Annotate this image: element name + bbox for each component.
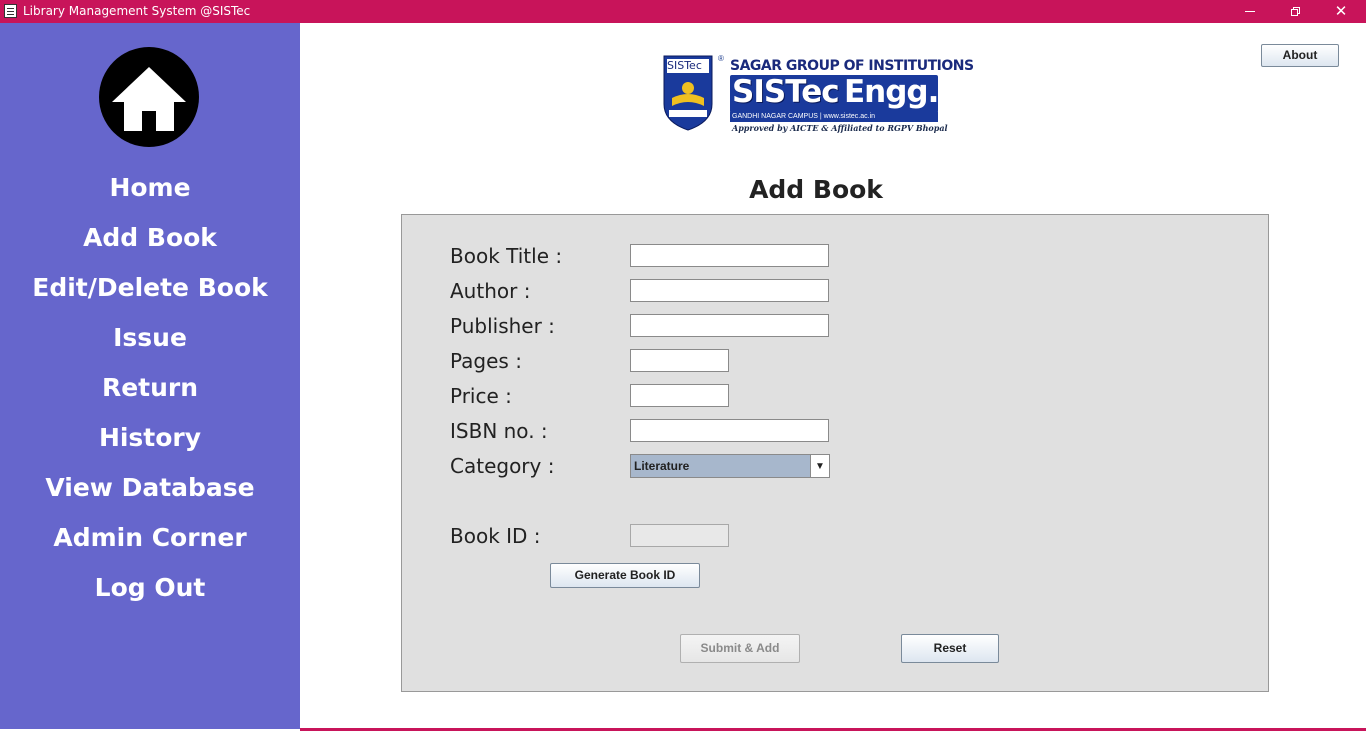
logo-group-name: SAGAR GROUP OF INSTITUTIONS (730, 58, 974, 74)
sidebar-item-issue[interactable]: Issue (0, 323, 300, 353)
sidebar-item-edit-delete-book[interactable]: Edit/Delete Book (0, 273, 300, 303)
restore-icon (1290, 7, 1300, 16)
category-select[interactable]: Literature ▼ (630, 454, 830, 478)
author-label: Author : (450, 279, 531, 303)
price-label: Price : (450, 384, 512, 408)
logo-badge-text: SISTec (667, 59, 702, 72)
app-icon (4, 4, 17, 18)
price-input[interactable] (630, 384, 729, 407)
reset-button[interactable]: Reset (901, 634, 999, 663)
author-input[interactable] (630, 279, 829, 302)
pages-input[interactable] (630, 349, 729, 372)
generate-book-id-button[interactable]: Generate Book ID (550, 563, 700, 588)
window-title: Library Management System @SISTec (23, 4, 251, 18)
isbn-input[interactable] (630, 419, 829, 442)
page-title: Add Book (749, 175, 883, 204)
logo-brand-right: Engg. (844, 74, 939, 110)
isbn-label: ISBN no. : (450, 419, 548, 443)
category-selected-value: Literature (634, 459, 690, 473)
sidebar-item-admin-corner[interactable]: Admin Corner (0, 523, 300, 553)
publisher-input[interactable] (630, 314, 829, 337)
logo-brand: SISTec Engg. (730, 74, 939, 113)
book-id-label: Book ID : (450, 524, 541, 548)
title-bar: Library Management System @SISTec ✕ (0, 0, 1366, 23)
institution-logo: SISTec ® SAGAR GROUP OF INSTITUTIONS SIS… (652, 52, 974, 140)
logo-brand-left: SISTec (732, 74, 840, 110)
book-id-field (630, 524, 729, 547)
book-title-input[interactable] (630, 244, 829, 267)
sidebar-item-log-out[interactable]: Log Out (0, 573, 300, 603)
minimize-button[interactable] (1227, 0, 1273, 23)
close-button[interactable]: ✕ (1318, 0, 1364, 23)
logo-approval: Approved by AICTE & Affiliated to RGPV B… (732, 123, 948, 133)
pages-label: Pages : (450, 349, 522, 373)
category-label: Category : (450, 454, 555, 478)
logo-campus: GANDHI NAGAR CAMPUS | www.sistec.ac.in (730, 112, 938, 122)
sidebar: Home Add Book Edit/Delete Book Issue Ret… (0, 23, 300, 729)
sidebar-item-home[interactable]: Home (0, 173, 300, 203)
chevron-down-icon[interactable]: ▼ (810, 455, 829, 477)
publisher-label: Publisher : (450, 314, 555, 338)
minimize-icon (1245, 11, 1255, 12)
book-title-label: Book Title : (450, 244, 563, 268)
sidebar-item-add-book[interactable]: Add Book (0, 223, 300, 253)
about-button[interactable]: About (1261, 44, 1339, 67)
submit-add-button[interactable]: Submit & Add (680, 634, 800, 663)
add-book-form-panel (401, 214, 1269, 692)
sidebar-item-view-database[interactable]: View Database (0, 473, 300, 503)
sidebar-item-history[interactable]: History (0, 423, 300, 453)
sidebar-item-return[interactable]: Return (0, 373, 300, 403)
restore-button[interactable] (1272, 0, 1318, 23)
close-icon: ✕ (1334, 2, 1348, 20)
home-icon[interactable] (99, 47, 199, 147)
